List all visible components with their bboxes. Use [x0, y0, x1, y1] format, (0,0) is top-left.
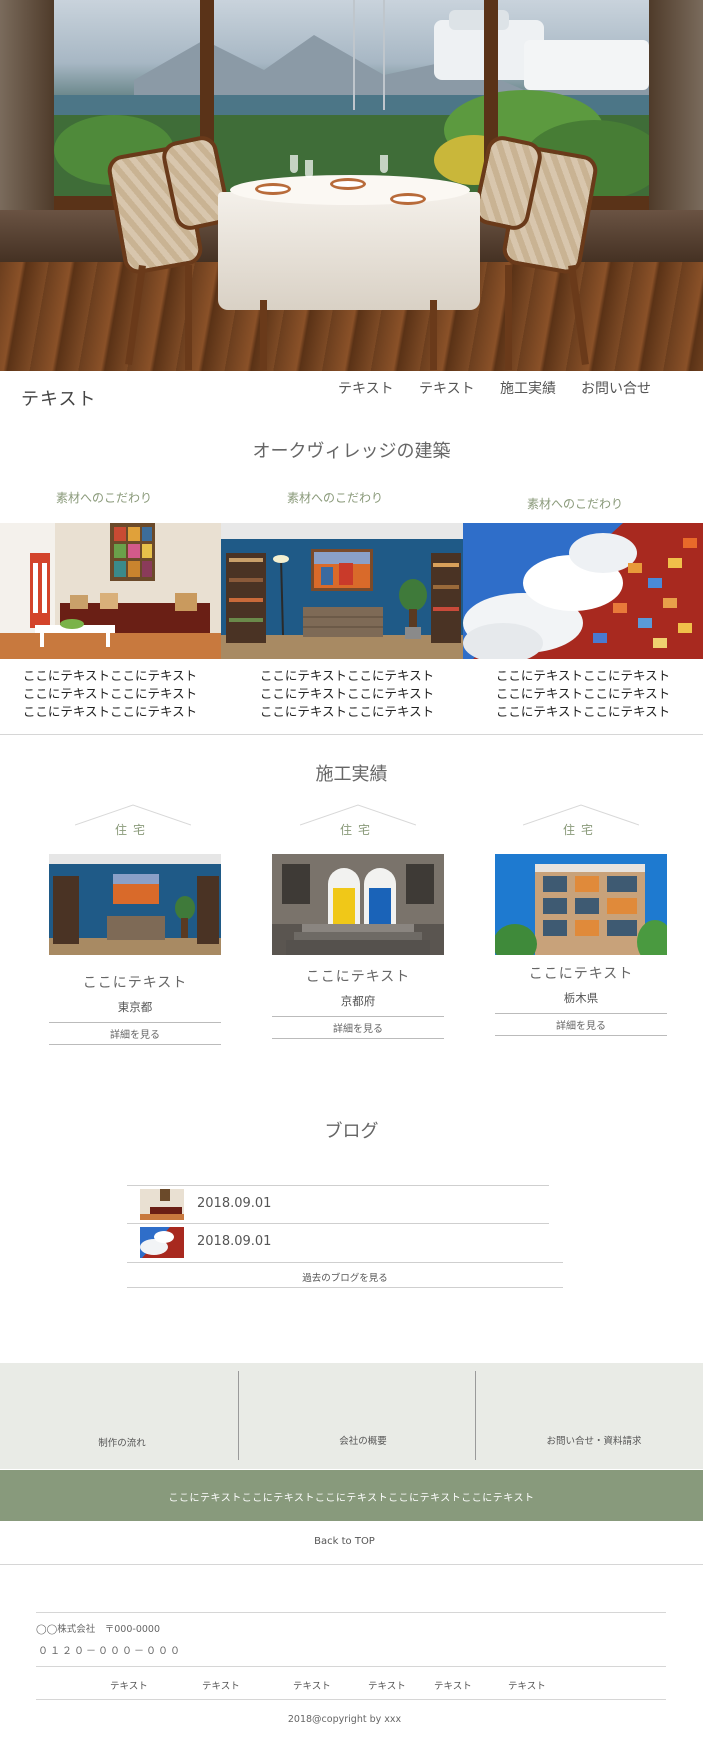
wine-glass — [305, 160, 313, 178]
feature-text-line: ここにテキストここにテキスト — [495, 704, 671, 719]
work-category: 住宅 — [339, 823, 376, 837]
feature-text-line: ここにテキストここにテキスト — [495, 668, 671, 683]
company-address: ◯◯株式会社 〒000-0000 — [36, 1624, 161, 1635]
feature-label: 素材へのこだわり — [286, 491, 383, 505]
work-detail-link[interactable]: 詳細を見る — [272, 1016, 444, 1039]
feature-text: ここにテキストここにテキスト ここにテキストここにテキスト ここにテキストここに… — [473, 667, 693, 721]
footer-divider — [238, 1371, 239, 1460]
feature-image-blue-room — [221, 523, 463, 659]
bottom-nav-item[interactable]: テキスト — [293, 1678, 331, 1692]
work-location: 京都府 — [340, 994, 376, 1008]
work-location: 栃木県 — [563, 991, 599, 1005]
footer-link-flow[interactable]: 制作の流れ — [22, 1435, 222, 1449]
table-leg — [260, 300, 267, 370]
section-divider — [0, 734, 703, 735]
work-title: ここにテキスト — [305, 969, 411, 985]
footer-divider-line — [36, 1699, 666, 1700]
wine-glass — [290, 155, 298, 173]
nav-item-contact[interactable]: お問い合せ — [581, 378, 651, 398]
bottom-nav-item[interactable]: テキスト — [434, 1678, 472, 1692]
feature-text-line: ここにテキストここにテキスト — [22, 686, 198, 701]
plate — [330, 178, 366, 190]
blog-entry[interactable]: 2018.09.01 — [127, 1223, 549, 1261]
work-location: 東京都 — [117, 1000, 153, 1014]
blog-thumbnail — [140, 1227, 184, 1258]
bottom-nav-item[interactable]: テキスト — [368, 1678, 406, 1692]
feature-label: 素材へのこだわり — [526, 497, 623, 511]
company-phone: ０１２０－０００－０００ — [38, 1646, 182, 1657]
nav-item-2[interactable]: テキスト — [419, 378, 475, 398]
feature-image-building — [463, 523, 703, 659]
bottom-nav-item[interactable]: テキスト — [110, 1678, 148, 1692]
back-to-top-link[interactable]: Back to TOP — [0, 1536, 689, 1547]
footer-divider-line — [36, 1666, 666, 1667]
feature-image-living-room — [0, 523, 221, 659]
feature-label: 素材へのこだわり — [55, 491, 152, 505]
footer-link-company[interactable]: 会社の概要 — [263, 1433, 463, 1447]
hero-image — [0, 0, 703, 371]
work-image[interactable] — [272, 854, 444, 955]
feature-text: ここにテキストここにテキスト ここにテキストここにテキスト ここにテキストここに… — [0, 667, 220, 721]
concept-title: オークヴィレッジの建築 — [252, 441, 451, 462]
wall-left — [0, 0, 54, 240]
footer-divider — [475, 1371, 476, 1460]
chair-leg — [185, 265, 192, 370]
work-title: ここにテキスト — [528, 966, 634, 982]
work-category: 住宅 — [114, 823, 151, 837]
blog-archive-link[interactable]: 過去のブログを見る — [127, 1262, 563, 1288]
plate — [390, 193, 426, 205]
nav-item-works[interactable]: 施工実績 — [500, 378, 556, 398]
blog-entry[interactable]: 2018.09.01 — [127, 1185, 549, 1223]
site-title[interactable]: テキスト — [21, 385, 96, 411]
nav-item-1[interactable]: テキスト — [338, 378, 394, 398]
blog-date: 2018.09.01 — [197, 1234, 272, 1249]
footer-message-band: ここにテキストここにテキストここにテキストここにテキストここにテキスト — [0, 1470, 703, 1521]
feature-text-line: ここにテキストここにテキスト — [495, 686, 671, 701]
footer-divider-line — [0, 1564, 703, 1565]
wall-right — [649, 0, 703, 240]
feature-text-line: ここにテキストここにテキスト — [259, 704, 435, 719]
footer-link-contact[interactable]: お問い合せ・資料請求 — [494, 1433, 694, 1447]
work-title: ここにテキスト — [82, 975, 188, 991]
work-detail-link[interactable]: 詳細を見る — [49, 1022, 221, 1045]
footer-links: 制作の流れ 会社の概要 お問い合せ・資料請求 — [0, 1363, 703, 1469]
footer-divider-line — [36, 1612, 666, 1613]
work-image[interactable] — [495, 854, 667, 955]
work-image[interactable] — [49, 854, 221, 955]
blog-title: ブログ — [324, 1121, 379, 1142]
blog-thumbnail — [140, 1189, 184, 1220]
bottom-nav-item[interactable]: テキスト — [508, 1678, 546, 1692]
table-leg — [430, 300, 437, 370]
feature-text-line: ここにテキストここにテキスト — [22, 668, 198, 683]
feature-text: ここにテキストここにテキスト ここにテキストここにテキスト ここにテキストここに… — [237, 667, 457, 721]
work-detail-link[interactable]: 詳細を見る — [495, 1013, 667, 1036]
blog-date: 2018.09.01 — [197, 1196, 272, 1211]
feature-text-line: ここにテキストここにテキスト — [259, 668, 435, 683]
copyright: 2018@copyright by xxx — [287, 1714, 402, 1725]
dining-table — [218, 192, 480, 310]
feature-text-line: ここにテキストここにテキスト — [22, 704, 198, 719]
work-category: 住宅 — [562, 823, 599, 837]
chair-leg — [505, 265, 512, 370]
plate — [255, 183, 291, 195]
wine-glass — [380, 155, 388, 173]
bottom-nav-item[interactable]: テキスト — [202, 1678, 240, 1692]
feature-text-line: ここにテキストここにテキスト — [259, 686, 435, 701]
works-title: 施工実績 — [315, 764, 388, 785]
